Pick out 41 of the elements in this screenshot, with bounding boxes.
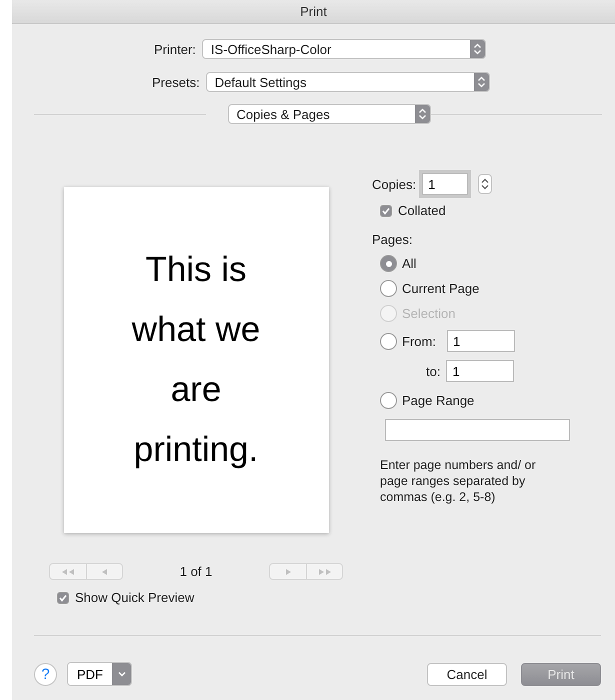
- radio-button[interactable]: [380, 392, 397, 409]
- radio-label: All: [402, 256, 416, 271]
- radio-button[interactable]: [380, 255, 397, 272]
- copies-field[interactable]: 1: [422, 173, 468, 195]
- printer-label: Printer:: [154, 42, 196, 56]
- radio-label: Current Page: [402, 281, 480, 296]
- last-page-icon: [318, 568, 332, 576]
- chevron-down-icon: [118, 671, 126, 677]
- up-down-arrows-icon: [474, 73, 489, 91]
- presets-dropdown[interactable]: Default Settings: [206, 72, 490, 92]
- copies-stepper[interactable]: [478, 174, 492, 194]
- to-label: to:: [426, 364, 440, 378]
- up-down-arrows-icon: [414, 105, 430, 123]
- previous-page-icon: [101, 568, 108, 576]
- page-indicator: 1 of 1: [180, 564, 212, 579]
- collated-label: Collated: [398, 203, 446, 218]
- radio-button[interactable]: [380, 332, 397, 350]
- printer-dropdown[interactable]: IS-OfficeSharp-Color: [202, 39, 486, 59]
- pages-label: Pages:: [372, 232, 414, 247]
- dialog-button[interactable]: Cancel: [427, 662, 507, 686]
- preview-text: This is what we are printing.: [130, 249, 262, 471]
- next-page-icon: [284, 568, 292, 576]
- help-button[interactable]: ?: [34, 662, 57, 686]
- section-dropdown[interactable]: Copies & Pages: [228, 104, 430, 124]
- up-down-arrows-icon: [470, 40, 485, 58]
- window-title: Print: [300, 4, 327, 19]
- quick-preview-checkbox[interactable]: [57, 592, 69, 604]
- up-down-arrows-icon: [481, 178, 490, 190]
- presets-label: Presets:: [152, 74, 200, 90]
- quick-preview-label: Show Quick Preview: [75, 590, 194, 605]
- page-range-field[interactable]: [385, 419, 570, 441]
- help-text: Enter page numbers and/ or page ranges separated by commas (e.g. 2, 5-8): [380, 457, 537, 505]
- pdf-menu-button[interactable]: PDF: [67, 662, 132, 686]
- from-field[interactable]: 1: [446, 330, 515, 352]
- radio-label: From:: [402, 334, 436, 348]
- copies-label: Copies:: [372, 176, 416, 192]
- first-page-icon: [61, 568, 75, 576]
- collated-checkbox[interactable]: [380, 204, 392, 216]
- radio-label: Page Range: [402, 393, 474, 408]
- radio-button[interactable]: [380, 280, 397, 297]
- to-field[interactable]: 1: [446, 360, 514, 382]
